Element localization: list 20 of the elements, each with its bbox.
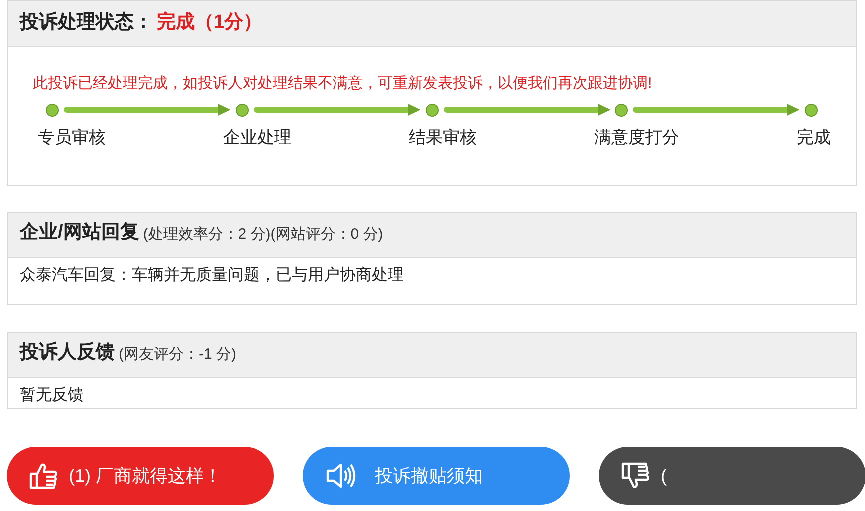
thumbs-down-icon [621,461,651,491]
panel-title: 投诉处理状态： [20,10,153,36]
panel-title: 投诉人反馈 [20,340,115,364]
panel-body-text: 众泰汽车回复：车辆并无质量问题，已与用户协商处理 [19,266,405,286]
score-note: (处理效率分：2 分)(网站评分：0 分) [143,224,384,244]
step-label: 专员审核 [38,126,106,148]
notice-text: 此投诉已经处理完成，如投诉人对处理结果不满意，可重新发表投诉，以便我们再次跟进协调! [33,74,654,94]
dislike-button[interactable]: ( [599,447,865,505]
thumbs-up-icon [29,461,59,491]
speaker-icon [325,461,357,491]
status-text: 完成（1分） [157,10,263,36]
step-label: 企业处理 [224,126,292,148]
score-note: (网友评分：-1 分) [119,344,236,364]
like-button[interactable]: (1) 厂商就得这样！ [7,447,274,505]
notice-button[interactable]: 投诉撤贴须知 [303,447,570,505]
panel-title: 企业/网站回复 [20,220,140,244]
panel-body-text: 暂无反馈 [19,386,85,406]
step-label: 满意度打分 [594,126,680,148]
step-label: 结果审核 [409,126,477,148]
step-label: 完成 [797,126,831,148]
